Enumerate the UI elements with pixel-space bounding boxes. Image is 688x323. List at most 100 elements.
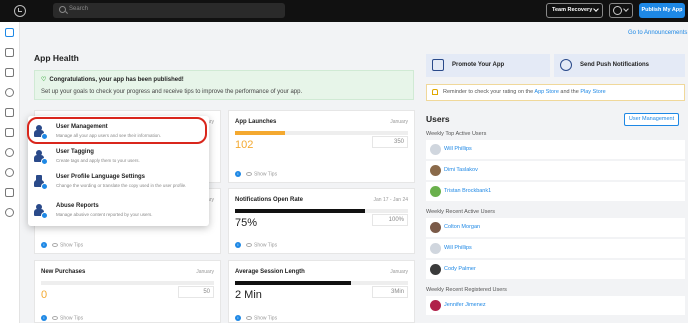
play-store-link[interactable]: Play Store (580, 89, 605, 95)
menu-item-title: User Profile Language Settings (56, 174, 146, 180)
user-row[interactable]: Cody Palmer (426, 260, 685, 279)
info-icon: i (41, 241, 47, 248)
card-value: 0 (41, 289, 48, 301)
card-period: Jan 17 - Jan 24 (373, 197, 408, 203)
edit-icon[interactable] (5, 48, 14, 57)
user-name: Cody Palmer (444, 266, 476, 272)
store-icon[interactable] (5, 128, 14, 137)
page-title: App Health (34, 53, 79, 63)
app-logo-icon[interactable] (14, 5, 26, 17)
card-target: 50 (178, 286, 214, 298)
user-row[interactable]: Will Phillips (426, 239, 685, 258)
card-title: App Launches (235, 119, 277, 125)
show-tips[interactable]: i Show Tips (235, 314, 277, 321)
team-dropdown[interactable]: Team Recovery (546, 3, 603, 18)
user-name: Colton Morgan (444, 224, 481, 230)
congrats-title: Congratulations, your app has been publi… (49, 77, 184, 83)
show-tips[interactable]: i Show Tips (235, 170, 277, 177)
avatar (430, 264, 441, 275)
info-icon: i (235, 314, 241, 321)
eye-icon (52, 242, 58, 247)
user-row[interactable]: Dimi Taslakov (426, 161, 685, 180)
account-menu[interactable] (609, 3, 633, 18)
congrats-heading: ♡ Congratulations, your app has been publ… (41, 76, 184, 83)
promote-your-app-button[interactable]: Promote Your App (426, 54, 550, 77)
card-period: January (390, 269, 408, 275)
card-period: January (196, 269, 214, 275)
analytics-icon[interactable] (5, 188, 14, 197)
info-icon: i (41, 314, 47, 321)
card-title: Average Session Length (235, 269, 305, 275)
show-tips[interactable]: i Show Tips (235, 241, 277, 248)
progress-bar (235, 209, 408, 213)
user-row[interactable]: Colton Morgan (426, 218, 685, 237)
metric-card-notifications-open-rate: Notifications Open Rate Jan 17 - Jan 24 … (228, 188, 415, 254)
card-target: 100% (372, 214, 408, 226)
menu-item-abuse-reports[interactable]: Abuse Reports Manage abusive content rep… (32, 201, 202, 225)
bell-icon (432, 89, 438, 95)
avatar (430, 300, 441, 311)
menu-item-title: User Tagging (56, 149, 94, 155)
user-row[interactable]: Tristan Brockbank1 (426, 182, 685, 201)
go-to-announcements-link[interactable]: Go to Announcements (628, 30, 687, 36)
menu-item-user-tagging[interactable]: User Tagging Create tags and apply them … (32, 147, 202, 171)
progress-bar (235, 281, 408, 285)
publish-button[interactable]: Publish My App (639, 3, 685, 18)
show-tips[interactable]: i Show Tips (41, 241, 83, 248)
megaphone-icon (432, 59, 444, 71)
user-name: Will Phillips (444, 146, 472, 152)
top-bar: Search Team Recovery Publish My App (0, 0, 688, 22)
user-row[interactable]: Will Phillips (426, 140, 685, 159)
menu-item-desc: Create tags and apply them to your users… (56, 158, 140, 163)
menu-item-desc: Manage abusive content reported by your … (56, 212, 153, 217)
user-name: Jennifer Jimenez (444, 302, 486, 308)
user-row[interactable]: Jennifer Jimenez (426, 296, 685, 315)
search-input[interactable]: Search (53, 3, 285, 18)
congrats-subtitle: Set up your goals to check your progress… (41, 89, 303, 95)
search-icon (59, 6, 66, 13)
dashboard-icon[interactable] (5, 28, 14, 37)
progress-fill (235, 131, 286, 135)
settings-icon[interactable] (5, 208, 14, 217)
menu-item-user-profile-language[interactable]: User Profile Language Settings Change th… (32, 172, 202, 199)
language-icon (34, 175, 48, 190)
progress-fill (235, 281, 351, 285)
send-push-notifications-button[interactable]: Send Push Notifications (554, 54, 685, 77)
push-label: Send Push Notifications (580, 62, 650, 68)
user-name: Will Phillips (444, 245, 472, 251)
abuse-report-icon (34, 204, 48, 219)
section-weekly-recent-registered: Weekly Recent Registered Users (426, 287, 507, 293)
avatar (430, 243, 441, 254)
design-icon[interactable] (5, 88, 14, 97)
avatar (430, 144, 441, 155)
features-icon[interactable] (5, 108, 14, 117)
card-value: 75% (235, 217, 258, 229)
card-value: 2 Min (235, 289, 262, 301)
card-period: January (390, 119, 408, 125)
pages-icon[interactable] (5, 68, 14, 77)
sidebar (0, 22, 20, 323)
user-name: Tristan Brockbank1 (444, 188, 492, 194)
team-label: Team Recovery (552, 7, 593, 13)
user-management-button[interactable]: User Management (624, 113, 679, 126)
user-name: Dimi Taslakov (444, 167, 478, 173)
show-tips[interactable]: i Show Tips (41, 314, 83, 321)
notifications-icon[interactable] (5, 148, 14, 157)
app-store-link[interactable]: App Store (534, 89, 558, 95)
metric-card-average-session-length: Average Session Length January 2 Min 3Mi… (228, 260, 415, 323)
progress-bar (235, 131, 408, 135)
user-tag-icon (34, 150, 48, 165)
eye-icon (52, 315, 58, 320)
card-target: 3Min (372, 286, 408, 298)
users-icon[interactable] (5, 168, 14, 177)
card-title: Notifications Open Rate (235, 197, 304, 203)
menu-item-title: Abuse Reports (56, 203, 99, 209)
avatar (430, 165, 441, 176)
progress-bar (41, 281, 214, 285)
eye-icon (246, 242, 252, 247)
eye-icon (246, 315, 252, 320)
eye-icon (246, 171, 252, 176)
chevron-down-icon (593, 6, 599, 12)
card-value: 102 (235, 139, 254, 151)
heart-icon: ♡ (41, 77, 47, 83)
